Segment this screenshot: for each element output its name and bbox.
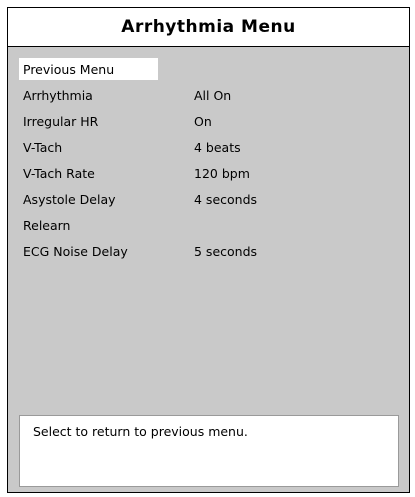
menu-item-value: All On — [194, 88, 232, 103]
menu-item-label: Relearn — [23, 218, 71, 233]
help-text-box: Select to return to previous menu. — [19, 415, 399, 487]
menu-item-value: 120 bpm — [194, 166, 250, 181]
menu-item-irregular-hr[interactable]: Irregular HR On — [19, 110, 399, 132]
menu-item-arrhythmia[interactable]: Arrhythmia All On — [19, 84, 399, 106]
menu-item-label: ECG Noise Delay — [23, 244, 128, 259]
menu-item-label: V-Tach — [23, 140, 63, 155]
arrhythmia-menu-window: Arrhythmia Menu Previous Menu Arrhythmia… — [7, 7, 410, 493]
menu-item-label: Irregular HR — [23, 114, 99, 129]
menu-item-previous-menu[interactable]: Previous Menu — [19, 58, 399, 80]
menu-item-v-tach[interactable]: V-Tach 4 beats — [19, 136, 399, 158]
menu-item-value: 4 seconds — [194, 192, 258, 207]
menu-item-label: Arrhythmia — [23, 88, 93, 103]
menu-item-v-tach-rate[interactable]: V-Tach Rate 120 bpm — [19, 162, 399, 184]
menu-item-value: 5 seconds — [194, 244, 258, 259]
menu-item-relearn[interactable]: Relearn — [19, 214, 399, 236]
menu-item-value: 4 beats — [194, 140, 241, 155]
menu-title: Arrhythmia Menu — [121, 17, 296, 37]
title-bar: Arrhythmia Menu — [8, 8, 409, 47]
menu-item-value: On — [194, 114, 212, 129]
menu-item-label: Asystole Delay — [23, 192, 116, 207]
menu-item-asystole-delay[interactable]: Asystole Delay 4 seconds — [19, 188, 399, 210]
menu-item-label: V-Tach Rate — [23, 166, 95, 181]
help-text: Select to return to previous menu. — [33, 424, 248, 439]
menu-item-ecg-noise-delay[interactable]: ECG Noise Delay 5 seconds — [19, 240, 399, 262]
menu-item-label: Previous Menu — [23, 62, 115, 77]
